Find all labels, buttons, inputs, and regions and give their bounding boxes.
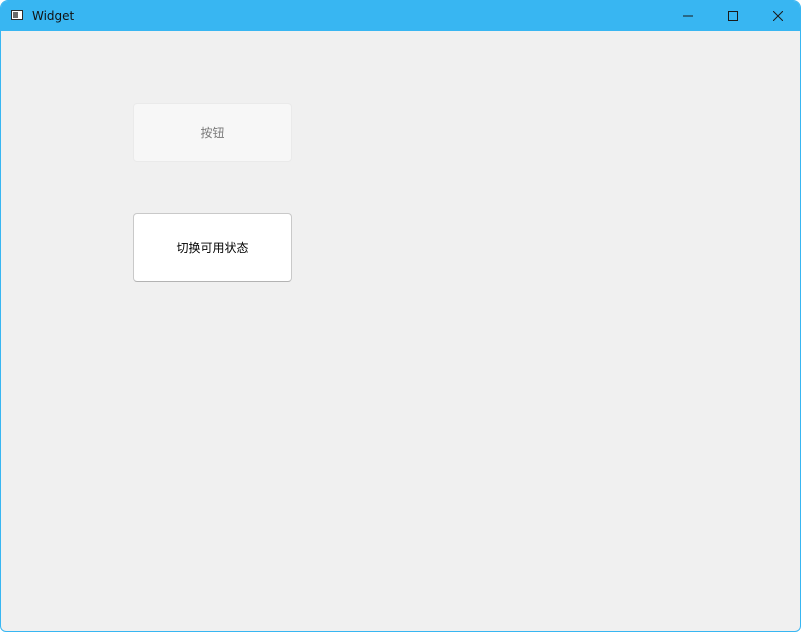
title-bar[interactable]: Widget xyxy=(1,1,800,31)
app-window: Widget 按钮 切换可用状态 xyxy=(0,0,801,632)
maximize-button[interactable] xyxy=(710,1,756,31)
disabled-button-label: 按钮 xyxy=(200,126,225,140)
maximize-icon xyxy=(728,11,738,21)
minimize-button[interactable] xyxy=(665,1,711,31)
window-icon xyxy=(11,10,23,20)
window-title: Widget xyxy=(32,9,75,23)
close-icon xyxy=(773,11,783,21)
toggle-enabled-button[interactable]: 切换可用状态 xyxy=(133,213,292,282)
disabled-button: 按钮 xyxy=(133,103,292,162)
close-button[interactable] xyxy=(755,1,800,31)
minimize-icon xyxy=(683,15,693,17)
toggle-enabled-button-label: 切换可用状态 xyxy=(176,241,249,255)
